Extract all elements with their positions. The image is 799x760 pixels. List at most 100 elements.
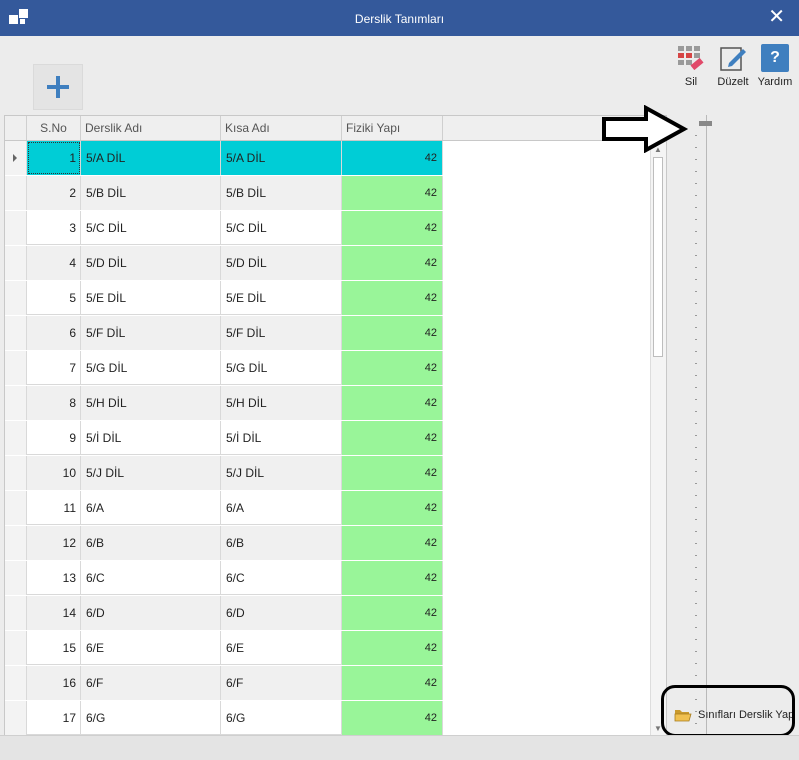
edit-button[interactable]: Düzelt — [714, 44, 752, 88]
cell-derslik-adi[interactable]: 5/C DİL — [81, 211, 221, 245]
close-button[interactable]: ✕ — [768, 7, 785, 27]
cell-kisa-adi[interactable]: 5/H DİL — [221, 386, 342, 420]
row-indicator[interactable] — [5, 561, 27, 595]
table-row[interactable]: 3 5/C DİL 5/C DİL 42 — [5, 211, 650, 245]
row-indicator[interactable] — [5, 211, 27, 245]
table-row[interactable]: 16 6/F 6/F 42 — [5, 666, 650, 700]
cell-derslik-adi[interactable]: 5/E DİL — [81, 281, 221, 315]
cell-fiziki-yapi[interactable]: 42 — [342, 526, 443, 560]
header-derslik-adi[interactable]: Derslik Adı — [81, 116, 221, 140]
cell-kisa-adi[interactable]: 6/B — [221, 526, 342, 560]
cell-fiziki-yapi[interactable]: 42 — [342, 701, 443, 735]
table-row[interactable]: 9 5/İ DİL 5/İ DİL 42 — [5, 421, 650, 455]
row-indicator[interactable] — [5, 596, 27, 630]
cell-kisa-adi[interactable]: 6/E — [221, 631, 342, 665]
table-row[interactable]: 11 6/A 6/A 42 — [5, 491, 650, 525]
cell-kisa-adi[interactable]: 5/İ DİL — [221, 421, 342, 455]
cell-fiziki-yapi[interactable]: 42 — [342, 421, 443, 455]
cell-sno[interactable]: 1 — [27, 141, 81, 175]
cell-derslik-adi[interactable]: 6/G — [81, 701, 221, 735]
row-indicator[interactable] — [5, 526, 27, 560]
cell-derslik-adi[interactable]: 5/İ DİL — [81, 421, 221, 455]
table-row[interactable]: 15 6/E 6/E 42 — [5, 631, 650, 665]
table-row[interactable]: 14 6/D 6/D 42 — [5, 596, 650, 630]
cell-derslik-adi[interactable]: 6/D — [81, 596, 221, 630]
table-row[interactable]: 6 5/F DİL 5/F DİL 42 — [5, 316, 650, 350]
table-row[interactable]: 8 5/H DİL 5/H DİL 42 — [5, 386, 650, 420]
cell-sno[interactable]: 13 — [27, 561, 81, 595]
cell-derslik-adi[interactable]: 5/A DİL — [81, 141, 221, 175]
row-indicator[interactable] — [5, 491, 27, 525]
cell-kisa-adi[interactable]: 6/G — [221, 701, 342, 735]
panel-handle[interactable] — [699, 121, 712, 126]
add-button[interactable] — [33, 64, 83, 110]
row-indicator[interactable] — [5, 386, 27, 420]
cell-sno[interactable]: 7 — [27, 351, 81, 385]
cell-kisa-adi[interactable]: 6/A — [221, 491, 342, 525]
cell-fiziki-yapi[interactable]: 42 — [342, 596, 443, 630]
cell-sno[interactable]: 4 — [27, 246, 81, 280]
header-sno[interactable]: S.No — [27, 116, 81, 140]
table-row[interactable]: 2 5/B DİL 5/B DİL 42 — [5, 176, 650, 210]
scroll-thumb[interactable] — [653, 157, 663, 357]
cell-fiziki-yapi[interactable]: 42 — [342, 176, 443, 210]
cell-fiziki-yapi[interactable]: 42 — [342, 386, 443, 420]
table-row[interactable]: 5 5/E DİL 5/E DİL 42 — [5, 281, 650, 315]
cell-kisa-adi[interactable]: 6/D — [221, 596, 342, 630]
cell-fiziki-yapi[interactable]: 42 — [342, 666, 443, 700]
header-fiziki-yapi[interactable]: Fiziki Yapı — [342, 116, 443, 140]
row-indicator[interactable] — [5, 421, 27, 455]
row-indicator[interactable] — [5, 316, 27, 350]
cell-sno[interactable]: 11 — [27, 491, 81, 525]
cell-sno[interactable]: 17 — [27, 701, 81, 735]
table-row[interactable]: 17 6/G 6/G 42 — [5, 701, 650, 735]
table-row[interactable]: 13 6/C 6/C 42 — [5, 561, 650, 595]
cell-kisa-adi[interactable]: 6/F — [221, 666, 342, 700]
cell-fiziki-yapi[interactable]: 42 — [342, 246, 443, 280]
cell-fiziki-yapi[interactable]: 42 — [342, 316, 443, 350]
cell-derslik-adi[interactable]: 5/J DİL — [81, 456, 221, 490]
table-row[interactable]: 4 5/D DİL 5/D DİL 42 — [5, 246, 650, 280]
cell-kisa-adi[interactable]: 5/G DİL — [221, 351, 342, 385]
vertical-scrollbar[interactable]: ▲ ▼ — [650, 141, 666, 736]
cell-kisa-adi[interactable]: 5/D DİL — [221, 246, 342, 280]
row-indicator[interactable] — [5, 631, 27, 665]
cell-fiziki-yapi[interactable]: 42 — [342, 281, 443, 315]
cell-fiziki-yapi[interactable]: 42 — [342, 211, 443, 245]
cell-sno[interactable]: 5 — [27, 281, 81, 315]
cell-sno[interactable]: 16 — [27, 666, 81, 700]
row-indicator[interactable] — [5, 666, 27, 700]
cell-derslik-adi[interactable]: 5/H DİL — [81, 386, 221, 420]
cell-sno[interactable]: 14 — [27, 596, 81, 630]
table-row[interactable]: 10 5/J DİL 5/J DİL 42 — [5, 456, 650, 490]
row-indicator[interactable] — [5, 141, 27, 175]
table-row[interactable]: 7 5/G DİL 5/G DİL 42 — [5, 351, 650, 385]
cell-sno[interactable]: 2 — [27, 176, 81, 210]
cell-fiziki-yapi[interactable]: 42 — [342, 141, 443, 175]
cell-derslik-adi[interactable]: 5/F DİL — [81, 316, 221, 350]
cell-derslik-adi[interactable]: 6/C — [81, 561, 221, 595]
cell-kisa-adi[interactable]: 5/J DİL — [221, 456, 342, 490]
cell-derslik-adi[interactable]: 6/A — [81, 491, 221, 525]
table-row[interactable]: 12 6/B 6/B 42 — [5, 526, 650, 560]
help-button[interactable]: ? Yardım — [756, 44, 794, 88]
cell-sno[interactable]: 8 — [27, 386, 81, 420]
cell-derslik-adi[interactable]: 6/E — [81, 631, 221, 665]
cell-fiziki-yapi[interactable]: 42 — [342, 456, 443, 490]
cell-kisa-adi[interactable]: 5/F DİL — [221, 316, 342, 350]
cell-sno[interactable]: 12 — [27, 526, 81, 560]
row-indicator[interactable] — [5, 456, 27, 490]
row-indicator[interactable] — [5, 246, 27, 280]
cell-fiziki-yapi[interactable]: 42 — [342, 491, 443, 525]
cell-sno[interactable]: 10 — [27, 456, 81, 490]
row-indicator[interactable] — [5, 351, 27, 385]
cell-kisa-adi[interactable]: 5/C DİL — [221, 211, 342, 245]
cell-sno[interactable]: 6 — [27, 316, 81, 350]
cell-sno[interactable]: 3 — [27, 211, 81, 245]
cell-fiziki-yapi[interactable]: 42 — [342, 351, 443, 385]
row-indicator[interactable] — [5, 701, 27, 735]
cell-derslik-adi[interactable]: 6/B — [81, 526, 221, 560]
header-kisa-adi[interactable]: Kısa Adı — [221, 116, 342, 140]
table-row[interactable]: 1 5/A DİL 5/A DİL 42 — [5, 141, 650, 175]
cell-sno[interactable]: 15 — [27, 631, 81, 665]
